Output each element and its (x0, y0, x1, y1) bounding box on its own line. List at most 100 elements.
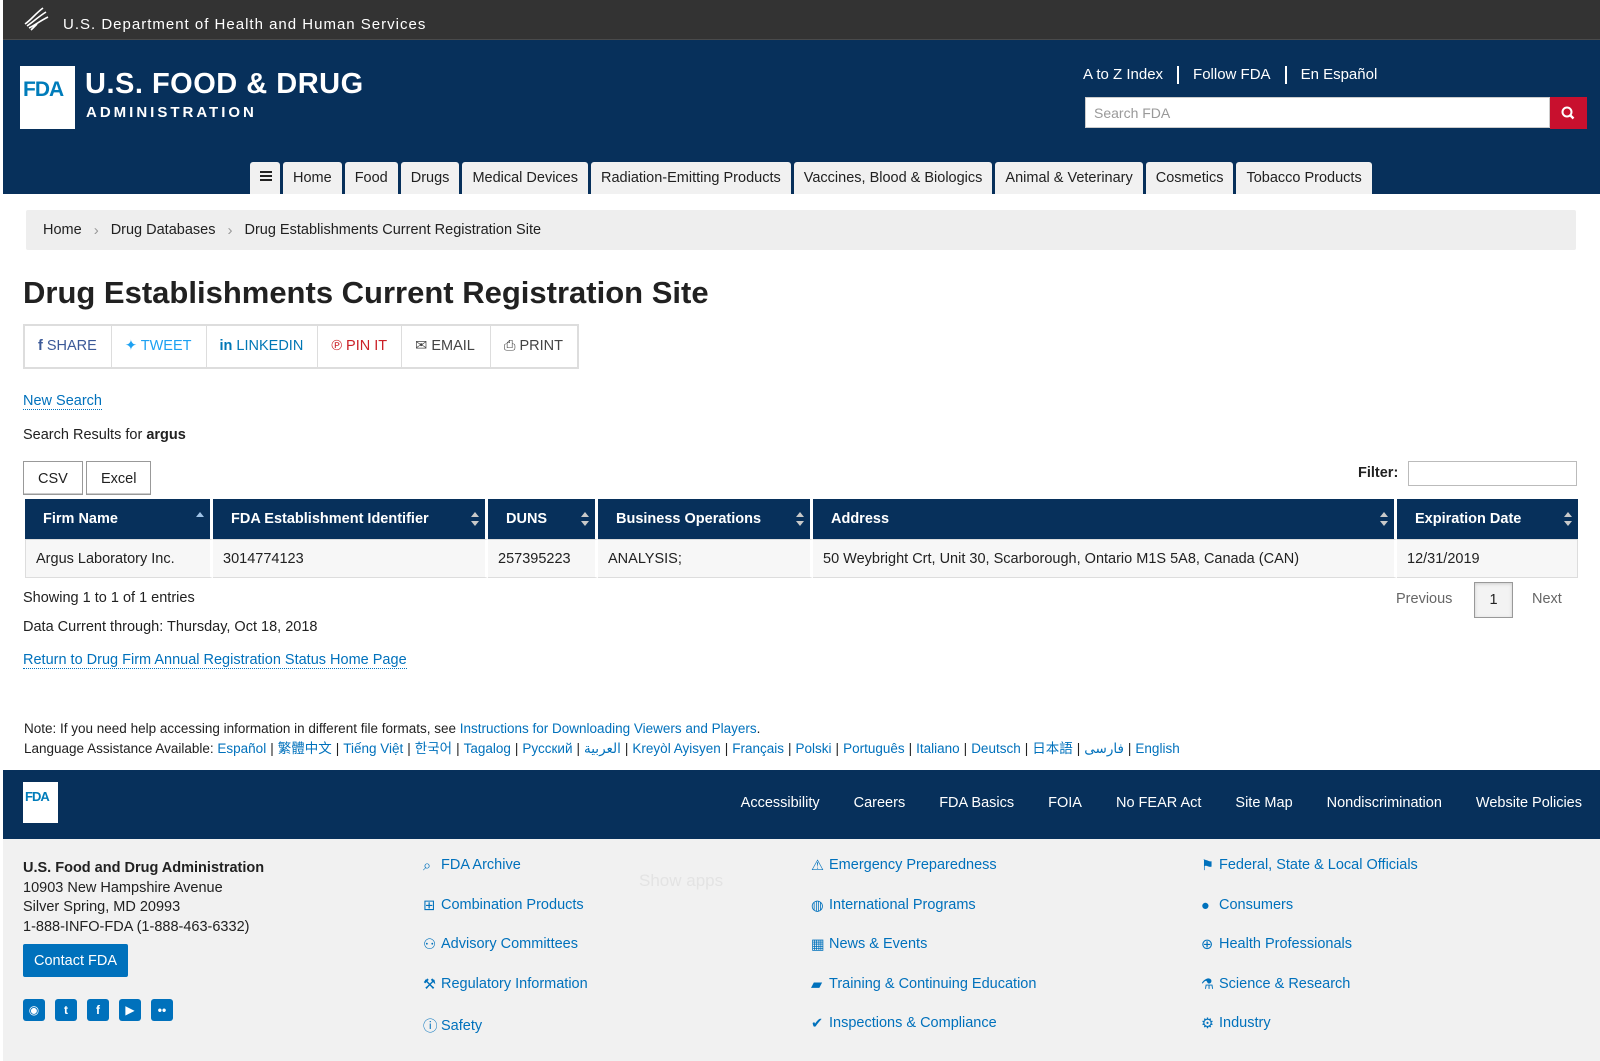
excel-button[interactable]: Excel (86, 461, 152, 495)
share-twitter-button[interactable]: ✦ TWEET (112, 326, 207, 367)
col-header-fei[interactable]: FDA Establishment Identifier (213, 499, 488, 539)
nav-home[interactable]: Home (283, 162, 342, 194)
col-header-business-operations[interactable]: Business Operations (598, 499, 813, 539)
logo-title[interactable]: U.S. FOOD & DRUG (85, 68, 364, 101)
check-circle-icon: ✔ (811, 1016, 824, 1032)
util-link-espanol[interactable]: En Español (1287, 66, 1392, 84)
footer-link-site-map[interactable]: Site Map (1235, 795, 1292, 811)
footer-fda-logo[interactable]: FDA (23, 782, 58, 823)
footer-link-fda-basics[interactable]: FDA Basics (939, 795, 1014, 811)
site-header: FDA U.S. FOOD & DRUG ADMINISTRATION A to… (3, 40, 1600, 194)
lang-link[interactable]: 繁體中文 (278, 741, 332, 756)
print-button[interactable]: ⎙ PRINT (489, 326, 577, 367)
footer-link-news-events[interactable]: ▦ News & Events (811, 936, 1036, 976)
lang-link[interactable]: Polski (796, 741, 832, 756)
lang-link[interactable]: Italiano (916, 741, 960, 756)
footer-link-consumers[interactable]: ● Consumers (1201, 897, 1418, 937)
footer-link-officials[interactable]: ⚑ Federal, State & Local Officials (1201, 857, 1418, 897)
lang-link[interactable]: English (1135, 741, 1179, 756)
footer-link-science-research[interactable]: ⚗ Science & Research (1201, 976, 1418, 1016)
nav-tobacco[interactable]: Tobacco Products (1236, 162, 1372, 194)
breadcrumb-home[interactable]: Home (43, 222, 82, 238)
nav-medical-devices[interactable]: Medical Devices (462, 162, 589, 194)
search-term: argus (146, 427, 186, 443)
lang-link[interactable]: Kreyòl Ayisyen (632, 741, 720, 756)
cell-firm-name: Argus Laboratory Inc. (25, 539, 213, 578)
hhs-link[interactable]: U.S. Department of Health and Human Serv… (63, 16, 426, 33)
twitter-icon[interactable]: t (55, 999, 77, 1021)
share-linkedin-button[interactable]: in LINKEDIN (207, 326, 319, 367)
lang-link[interactable]: Tagalog (464, 741, 511, 756)
envelope-icon: ✉ (415, 338, 432, 354)
facebook-icon[interactable]: f (87, 999, 109, 1021)
footer-col-1: ⌕ FDA Archive ⊞ Combination Products ⚇ Advi… (423, 857, 588, 1055)
footer-link-website-policies[interactable]: Website Policies (1476, 795, 1582, 811)
search-input[interactable]: Search FDA (1085, 97, 1550, 128)
footer-link-accessibility[interactable]: Accessibility (741, 795, 820, 811)
nav-vaccines[interactable]: Vaccines, Blood & Biologics (793, 162, 993, 194)
rss-icon[interactable]: ◉ (23, 999, 45, 1021)
youtube-icon[interactable]: ▶ (119, 999, 141, 1021)
nav-drugs[interactable]: Drugs (400, 162, 460, 194)
viewers-players-link[interactable]: Instructions for Downloading Viewers and… (460, 721, 757, 736)
footer-link-training[interactable]: ▰ Training & Continuing Education (811, 976, 1036, 1016)
footer-link-nondiscrimination[interactable]: Nondiscrimination (1327, 795, 1442, 811)
footer-link-fda-archive[interactable]: ⌕ FDA Archive (423, 857, 588, 897)
footer-link-emergency-preparedness[interactable]: ⚠ Emergency Preparedness (811, 857, 1036, 897)
flask-icon: ⚗ (1201, 976, 1214, 993)
share-email-button[interactable]: ✉ EMAIL (402, 326, 490, 367)
share-facebook-button[interactable]: f SHARE (25, 326, 112, 367)
return-home-link[interactable]: Return to Drug Firm Annual Registration … (23, 652, 407, 669)
cell-fei: 3014774123 (213, 539, 488, 578)
fda-logo[interactable]: FDA (20, 66, 75, 129)
footer-links: Accessibility Careers FDA Basics FOIA No… (707, 795, 1582, 811)
flickr-icon[interactable]: •• (151, 999, 173, 1021)
lang-link[interactable]: Deutsch (971, 741, 1021, 756)
lang-link[interactable]: فارسی (1084, 741, 1124, 756)
pager-next[interactable]: Next (1532, 591, 1562, 607)
footer-link-regulatory-information[interactable]: ⚒ Regulatory Information (423, 976, 588, 1016)
lang-link[interactable]: 日本語 (1032, 741, 1073, 756)
nav-food[interactable]: Food (344, 162, 398, 194)
nav-radiation[interactable]: Radiation-Emitting Products (591, 162, 791, 194)
footer-link-safety[interactable]: ⓘ Safety (423, 1015, 588, 1055)
col-header-address[interactable]: Address (813, 499, 1397, 539)
lang-link[interactable]: Português (843, 741, 905, 756)
util-link-follow[interactable]: Follow FDA (1179, 66, 1287, 84)
col-header-duns[interactable]: DUNS (488, 499, 598, 539)
footer-link-foia[interactable]: FOIA (1048, 795, 1082, 811)
nav-cosmetics[interactable]: Cosmetics (1145, 162, 1234, 194)
footer-link-international-programs[interactable]: ◍ International Programs (811, 897, 1036, 937)
lang-link[interactable]: 한국어 (415, 741, 452, 756)
footer-link-industry[interactable]: ⚙ Industry (1201, 1015, 1418, 1055)
col-header-expiration-date[interactable]: Expiration Date (1397, 499, 1578, 539)
footer-nav: FDA Accessibility Careers FDA Basics FOI… (3, 770, 1600, 839)
menu-button[interactable] (250, 162, 280, 194)
contact-fda-button[interactable]: Contact FDA (23, 944, 128, 977)
footer-link-no-fear[interactable]: No FEAR Act (1116, 795, 1201, 811)
search-button[interactable] (1550, 97, 1587, 129)
sort-icon (471, 512, 479, 526)
filter-input[interactable] (1408, 461, 1577, 486)
footer-link-combination-products[interactable]: ⊞ Combination Products (423, 897, 588, 937)
new-search-link[interactable]: New Search (23, 393, 102, 410)
logo-subtitle: ADMINISTRATION (86, 104, 257, 121)
lang-link[interactable]: Русский (522, 741, 572, 756)
lang-link[interactable]: Español (217, 741, 266, 756)
footer-link-health-professionals[interactable]: ⊕ Health Professionals (1201, 936, 1418, 976)
nav-animal[interactable]: Animal & Veterinary (995, 162, 1143, 194)
csv-button[interactable]: CSV (23, 461, 83, 495)
col-header-firm-name[interactable]: Firm Name (25, 499, 213, 539)
footer-link-advisory-committees[interactable]: ⚇ Advisory Committees (423, 936, 588, 976)
lang-link[interactable]: العربية (584, 741, 621, 756)
pager-previous[interactable]: Previous (1396, 591, 1452, 607)
lang-link[interactable]: Français (732, 741, 784, 756)
pager-page-1[interactable]: 1 (1474, 582, 1513, 618)
footer-link-careers[interactable]: Careers (854, 795, 906, 811)
breadcrumb-drug-databases[interactable]: Drug Databases (111, 222, 216, 238)
share-pinterest-button[interactable]: ℗ PIN IT (318, 326, 403, 367)
util-link-az[interactable]: A to Z Index (1083, 66, 1180, 84)
lang-link[interactable]: Tiếng Việt (343, 741, 403, 756)
footer-link-inspections[interactable]: ✔ Inspections & Compliance (811, 1015, 1036, 1055)
twitter-icon: ✦ (124, 338, 141, 354)
